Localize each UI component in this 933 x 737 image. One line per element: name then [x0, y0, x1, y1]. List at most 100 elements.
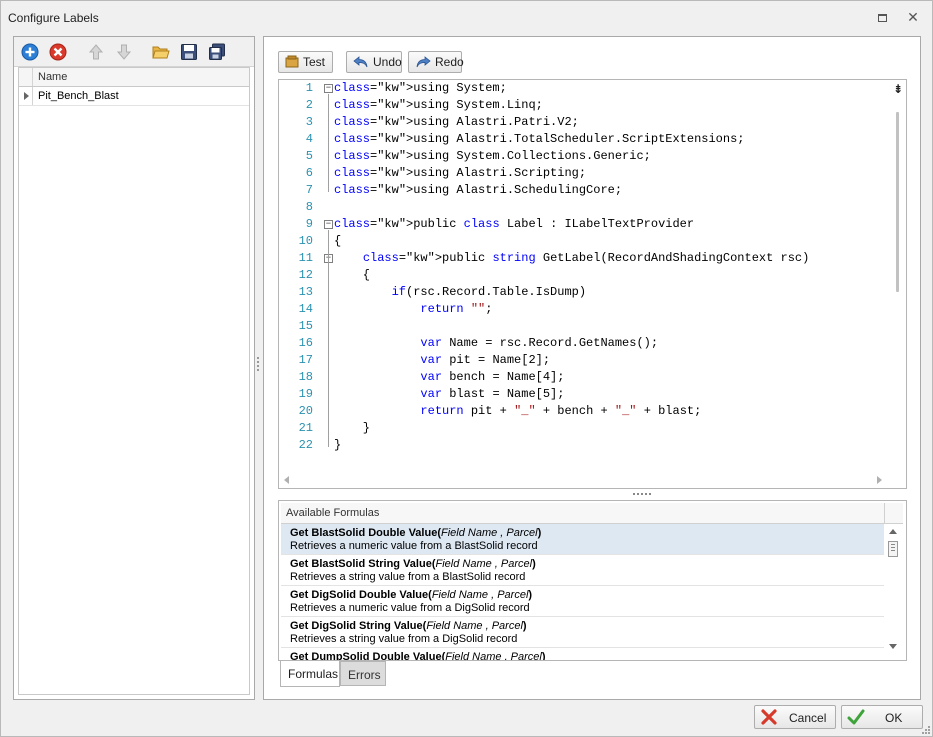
save-icon[interactable]	[178, 41, 200, 63]
code-line[interactable]: 2 class="kw">using System.Linq;	[279, 97, 889, 114]
code-line[interactable]: 17 var pit = Name[2];	[279, 352, 889, 369]
formula-item[interactable]: Get BlastSolid String Value(Field Name ,…	[281, 555, 884, 586]
horizontal-splitter[interactable]	[633, 493, 651, 496]
editor-vertical-scrollbar[interactable]: ⇟	[890, 80, 906, 472]
delete-icon[interactable]	[47, 41, 69, 63]
line-number: 16	[298, 336, 313, 350]
code-line[interactable]: 7 class="kw">using Alastri.SchedulingCore…	[279, 182, 889, 199]
line-number: 21	[298, 421, 313, 435]
code-line[interactable]: 19 var blast = Name[5];	[279, 386, 889, 403]
fold-guide	[328, 264, 329, 430]
add-icon[interactable]	[19, 41, 41, 63]
code-line[interactable]: 12 {	[279, 267, 889, 284]
code-line[interactable]: 3 class="kw">using Alastri.Patri.V2;	[279, 114, 889, 131]
redo-button[interactable]: Redo	[408, 51, 464, 73]
formula-item[interactable]: Get DigSolid Double Value(Field Name , P…	[281, 586, 884, 617]
code-line[interactable]: 20 return pit + "_" + bench + "_" + blas…	[279, 403, 889, 420]
line-number: 13	[298, 285, 313, 299]
code-text: return pit + "_" + bench + "_" + blast;	[420, 404, 702, 418]
formula-name: Get DumpSolid Double Value	[290, 651, 442, 661]
scroll-thumb[interactable]	[896, 112, 899, 292]
grid-row[interactable]: Pit_Bench_Blast	[19, 87, 249, 106]
editor-horizontal-scrollbar[interactable]	[279, 472, 890, 488]
code-line[interactable]: 15	[279, 318, 889, 335]
formula-item[interactable]: Get BlastSolid Double Value(Field Name ,…	[281, 524, 884, 555]
code-text: var pit = Name[2];	[420, 353, 551, 367]
formula-item[interactable]: Get DumpSolid Double Value(Field Name , …	[281, 648, 884, 661]
code-editor[interactable]: 1− class="kw">using System; 2 class="kw">us…	[278, 79, 907, 489]
code-text: var Name = rsc.Record.GetNames();	[420, 336, 659, 350]
code-text: }	[334, 438, 342, 452]
move-up-icon[interactable]	[85, 41, 107, 63]
code-text: class="kw">using Alastri.TotalScheduler.…	[334, 132, 745, 146]
formula-name: Get BlastSolid Double Value	[290, 527, 438, 539]
undo-button[interactable]: Undo	[346, 51, 402, 73]
code-line[interactable]: 21 }	[279, 420, 889, 437]
formulas-scroll-thumb[interactable]	[888, 541, 898, 557]
line-number: 3	[305, 115, 313, 129]
line-number: 6	[305, 166, 313, 180]
code-text: class="kw">using System.Collections.Gene…	[334, 149, 651, 163]
code-line[interactable]: 1 − class="kw">using System;	[279, 80, 889, 97]
formula-params: Field Name , Parcel	[445, 651, 542, 661]
grid-cell-name[interactable]: Pit_Bench_Blast	[38, 90, 119, 102]
formula-description: Retrieves a numeric value from a DigSoli…	[290, 602, 530, 614]
test-button[interactable]: Test	[278, 51, 333, 73]
code-line[interactable]: 10 {	[279, 233, 889, 250]
formula-item[interactable]: Get DigSolid String Value(Field Name , P…	[281, 617, 884, 648]
resize-grip-icon[interactable]	[921, 725, 931, 735]
code-line[interactable]: 16 var Name = rsc.Record.GetNames();	[279, 335, 889, 352]
grid-header: Name	[19, 68, 249, 87]
formulas-scrollbar[interactable]	[884, 524, 903, 657]
save-all-icon[interactable]	[206, 41, 228, 63]
ok-button[interactable]: OK	[841, 705, 923, 729]
close-icon[interactable]: ✕	[905, 9, 921, 25]
line-number: 7	[305, 183, 313, 197]
code-line[interactable]: 4 class="kw">using Alastri.TotalScheduler…	[279, 131, 889, 148]
code-line[interactable]: 13 if(rsc.Record.Table.IsDump)	[279, 284, 889, 301]
code-line[interactable]: 6 class="kw">using Alastri.Scripting;	[279, 165, 889, 182]
line-number: 15	[298, 319, 313, 333]
split-editor-icon[interactable]: ⇟	[891, 82, 905, 96]
code-line[interactable]: 14 return "";	[279, 301, 889, 318]
formula-title: Get BlastSolid String Value(Field Name ,…	[290, 558, 536, 570]
formula-description: Retrieves a string value from a DigSolid…	[290, 633, 518, 645]
name-column-header[interactable]: Name	[38, 71, 67, 83]
collapse-icon[interactable]: −	[324, 220, 333, 229]
code-text: class="kw">using System.Linq;	[334, 98, 543, 112]
line-number: 4	[305, 132, 313, 146]
collapse-icon[interactable]: −	[324, 84, 333, 93]
scroll-left-icon[interactable]	[284, 476, 289, 484]
test-icon	[285, 55, 299, 68]
open-folder-icon[interactable]	[150, 41, 172, 63]
scroll-right-icon[interactable]	[877, 476, 882, 484]
scroll-up-icon[interactable]	[889, 529, 897, 534]
formula-title: Get BlastSolid Double Value(Field Name ,…	[290, 527, 542, 539]
formula-description: Retrieves a numeric value from a BlastSo…	[290, 540, 538, 552]
code-line[interactable]: 18 var bench = Name[4];	[279, 369, 889, 386]
formula-name: Get DigSolid Double Value	[290, 589, 429, 601]
formulas-header-label: Available Formulas	[286, 507, 380, 519]
labels-panel: Name Pit_Bench_Blast	[13, 36, 255, 700]
vertical-splitter[interactable]	[256, 356, 260, 376]
tab-formulas[interactable]: Formulas	[280, 661, 340, 687]
formulas-header: Available Formulas	[281, 503, 903, 524]
labels-grid: Name Pit_Bench_Blast	[18, 67, 250, 695]
code-line[interactable]: 22}	[279, 437, 889, 454]
scroll-down-icon[interactable]	[889, 644, 897, 649]
fold-guide	[328, 94, 329, 192]
formula-params: Field Name , Parcel	[426, 620, 523, 632]
code-line[interactable]: 11− class="kw">public string GetLabel(Re…	[279, 250, 889, 267]
code-text: class="kw">using Alastri.Patri.V2;	[334, 115, 579, 129]
code-line[interactable]: 9 − class="kw">public class Label : ILabel…	[279, 216, 889, 233]
checkmark-icon	[847, 709, 865, 725]
tab-errors[interactable]: Errors	[340, 661, 386, 686]
cancel-button[interactable]: Cancel	[754, 705, 836, 729]
code-line[interactable]: 5 class="kw">using System.Collections.Gen…	[279, 148, 889, 165]
line-number: 5	[305, 149, 313, 163]
move-down-icon[interactable]	[113, 41, 135, 63]
restore-icon[interactable]	[874, 9, 890, 25]
code-line[interactable]: 8	[279, 199, 889, 216]
code-text: class="kw">public class Label : ILabelTe…	[334, 217, 695, 231]
row-indicator-icon	[19, 87, 33, 105]
